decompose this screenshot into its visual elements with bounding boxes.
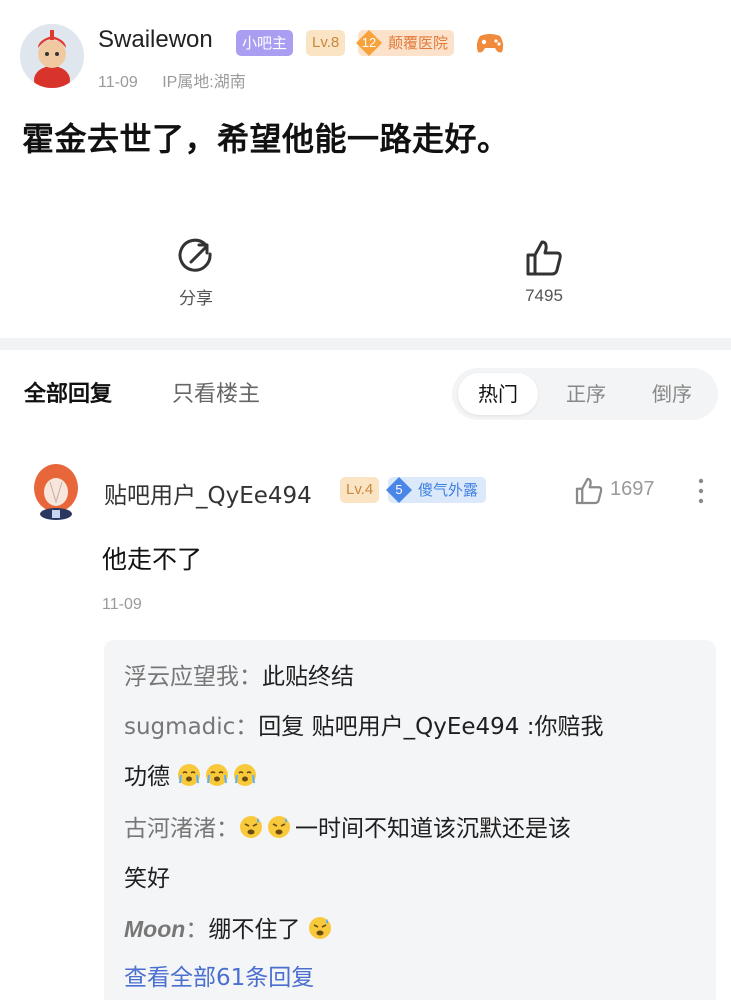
honor-diamond-icon: 5 (384, 475, 414, 505)
post-date: 11-09 (98, 74, 138, 91)
commenter-name[interactable]: 贴吧用户_QyEe494 (104, 476, 312, 510)
like-count: 7495 (525, 286, 563, 305)
share-button[interactable]: 分享 (156, 238, 236, 309)
emoji-sweat-icon (308, 917, 331, 939)
honor-title: 傻气外露 (418, 481, 479, 499)
sub-reply-author[interactable]: sugmadic (124, 714, 235, 740)
sort-hot-button[interactable]: 热门 (458, 373, 538, 415)
sub-reply-text: 此贴终结 (262, 664, 354, 690)
author-name[interactable]: Swailewon (98, 26, 213, 54)
thumbs-up-icon (526, 240, 562, 276)
more-vertical-icon[interactable] (692, 476, 710, 506)
sub-replies-box: 浮云应望我：此贴终结 sugmadic：回复 贴吧用户_QyEe494 :你赔我… (104, 640, 716, 1000)
reply-tabs: 全部回复 只看楼主 热门 正序 倒序 (0, 350, 731, 432)
sort-descending-button[interactable]: 倒序 (632, 373, 712, 415)
avatar-image (34, 464, 78, 520)
ip-location: IP属地:湖南 (162, 74, 246, 91)
commenter-avatar[interactable] (30, 462, 82, 520)
commenter-level-badge: Lv.4 (340, 477, 380, 503)
post-title: 霍金去世了，希望他能一路走好。 (22, 120, 510, 158)
share-icon (178, 238, 212, 272)
thumbs-up-icon (575, 477, 603, 505)
commenter-honor-badge: 5 傻气外露 (386, 477, 487, 503)
sort-ascending-button[interactable]: 正序 (546, 373, 626, 415)
sub-reply-text: 一时间不知道该沉默还是该 (295, 816, 571, 842)
tab-owner-only[interactable]: 只看楼主 (172, 376, 260, 408)
honor-level-number: 5 (395, 482, 403, 497)
honor-badge: 12 颠覆医院 (356, 30, 455, 56)
section-divider (0, 338, 731, 350)
level-badge: Lv.8 (306, 30, 346, 56)
emoji-sweat-icon (268, 816, 290, 838)
game-controller-icon (474, 30, 506, 56)
sub-reply[interactable]: 古河渚渚： 一时间不知道该沉默还是该 笑好 (124, 804, 704, 904)
honor-level-number: 12 (361, 35, 377, 50)
sub-reply-text: 绷不住了 (208, 917, 301, 943)
owner-badge: 小吧主 (236, 30, 294, 56)
sub-reply-author[interactable]: 浮云应望我 (124, 664, 239, 690)
sub-reply-text: 回复 贴吧用户_QyEe494 :你赔我 (258, 714, 604, 740)
emoji-crying-icon (206, 764, 229, 786)
like-button[interactable]: 7495 (504, 238, 584, 306)
post-header: Swailewon 小吧主 Lv.8 12 颠覆医院 11-09 IP属地:湖南… (0, 0, 731, 340)
sub-reply[interactable]: sugmadic：回复 贴吧用户_QyEe494 :你赔我 功德 (124, 702, 704, 802)
avatar-image (20, 24, 84, 88)
sort-toggle: 热门 正序 倒序 (452, 368, 718, 420)
emoji-crying-icon (178, 764, 201, 786)
tab-all-replies[interactable]: 全部回复 (24, 376, 112, 408)
share-label: 分享 (179, 289, 213, 308)
sub-reply-text-continued: 笑好 (124, 866, 170, 892)
view-all-replies-link[interactable]: 查看全部61条回复 (124, 958, 314, 992)
sub-reply[interactable]: 浮云应望我：此贴终结 (124, 652, 704, 702)
emoji-crying-icon (234, 764, 257, 786)
sub-reply[interactable]: Moon：绷不住了 (124, 904, 704, 955)
honor-diamond-icon: 12 (354, 28, 384, 58)
sub-reply-author[interactable]: 古河渚渚 (124, 816, 216, 842)
comment-text: 他走不了 (102, 545, 203, 574)
honor-title: 颠覆医院 (388, 34, 449, 52)
author-avatar[interactable] (20, 24, 84, 88)
sub-reply-author[interactable]: Moon (124, 916, 185, 942)
post-meta: 11-09 IP属地:湖南 (98, 68, 266, 92)
sub-reply-text-continued: 功德 (124, 764, 170, 790)
comment-date: 11-09 (102, 596, 142, 613)
comment-like-count: 1697 (610, 478, 655, 500)
emoji-sweat-icon (240, 816, 262, 838)
